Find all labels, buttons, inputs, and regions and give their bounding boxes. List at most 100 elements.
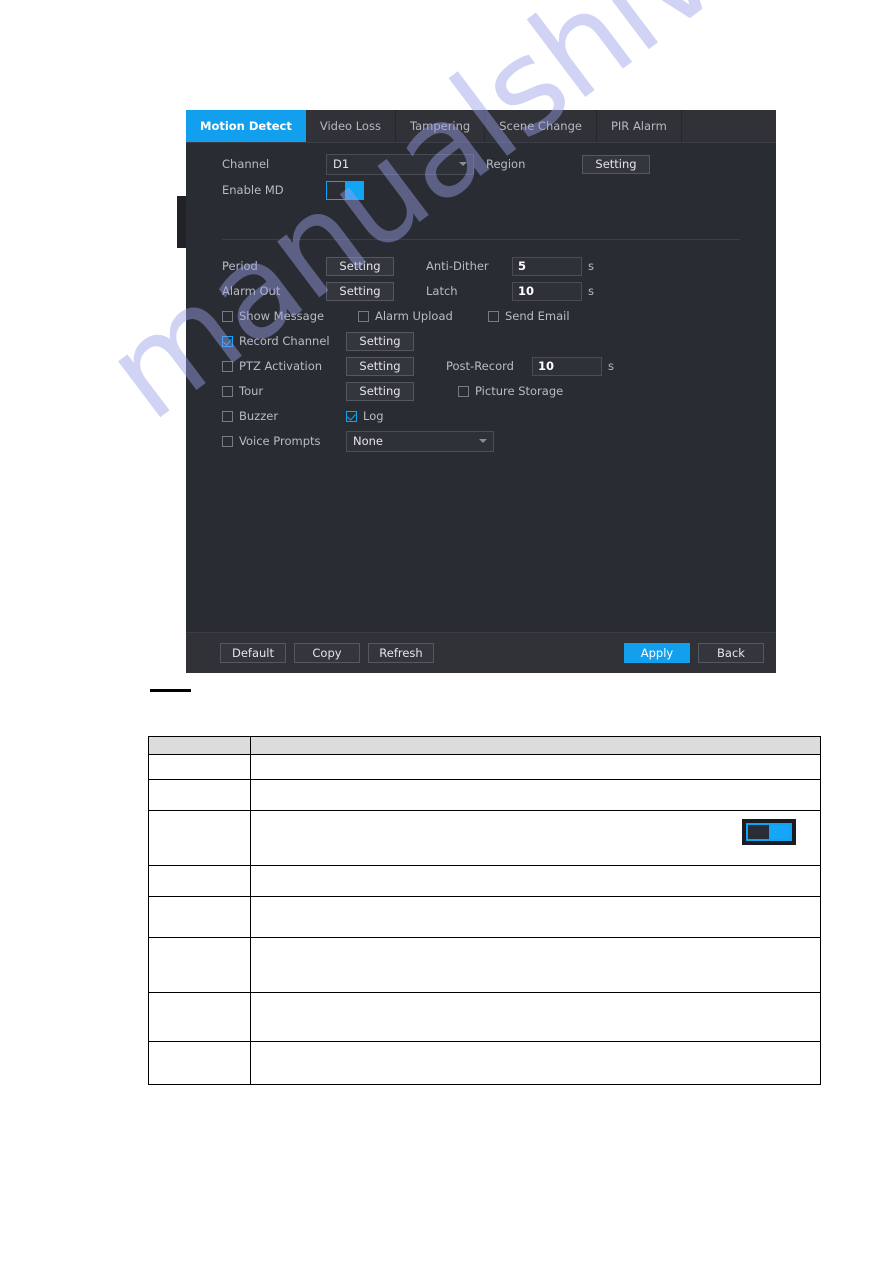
- table-cell-name: [148, 937, 251, 993]
- toggle-body: [746, 823, 792, 841]
- refresh-button-label: Refresh: [379, 646, 423, 660]
- enable-md-toggle[interactable]: [326, 180, 364, 200]
- buzzer-row: Buzzer Log: [222, 405, 742, 427]
- tab-tampering-label: Tampering: [409, 119, 471, 133]
- table-cell-name: [148, 1041, 251, 1085]
- latch-label: Latch: [426, 284, 458, 298]
- apply-button-label: Apply: [640, 646, 674, 660]
- latch-input[interactable]: 10: [512, 281, 582, 301]
- buzzer-checkbox[interactable]: Buzzer: [222, 409, 346, 423]
- channel-label: Channel: [222, 157, 270, 171]
- toggle-track-off: [748, 825, 769, 839]
- chevron-down-icon: [459, 162, 467, 166]
- post-record-unit: s: [608, 359, 614, 373]
- send-email-label: Send Email: [505, 309, 570, 323]
- picture-storage-checkbox[interactable]: Picture Storage: [458, 384, 563, 398]
- checkbox-checked-icon: [346, 410, 357, 422]
- table-cell-description: [249, 992, 822, 1042]
- alarm-out-row: Alarm Out Setting Latch 10 s: [222, 280, 742, 302]
- alarm-upload-checkbox[interactable]: Alarm Upload: [358, 309, 488, 323]
- anti-dither-input[interactable]: 5: [512, 256, 582, 276]
- table-cell-description: [249, 754, 822, 780]
- tour-setting-button[interactable]: Setting: [346, 381, 414, 401]
- show-message-checkbox[interactable]: Show Message: [222, 309, 346, 323]
- tab-scene-change-label: Scene Change: [499, 119, 582, 133]
- toggle-track-off: [327, 181, 345, 199]
- table-cell-name: [148, 754, 251, 780]
- checkbox-icon: [488, 310, 499, 322]
- checkbox-icon: [222, 385, 233, 397]
- parameter-table: [148, 736, 822, 1085]
- table-row: [148, 937, 822, 993]
- picture-storage-label: Picture Storage: [475, 384, 564, 398]
- voice-prompts-value: None: [353, 434, 384, 448]
- table-row: [148, 810, 822, 866]
- tab-tampering[interactable]: Tampering: [395, 110, 486, 142]
- anti-dither-value: 5: [518, 259, 527, 273]
- table-cell-description: [249, 865, 822, 897]
- copy-button[interactable]: Copy: [294, 643, 360, 663]
- buzzer-label: Buzzer: [239, 409, 279, 423]
- period-setting-label: Setting: [339, 259, 381, 273]
- tour-checkbox[interactable]: Tour: [222, 384, 346, 398]
- table-cell-description: [249, 896, 822, 938]
- caption-rule: [150, 689, 191, 692]
- tab-motion-detect[interactable]: Motion Detect: [186, 110, 306, 142]
- latch-unit: s: [588, 284, 594, 298]
- ptz-activation-checkbox[interactable]: PTZ Activation: [222, 359, 346, 373]
- table-cell-name: [148, 810, 251, 866]
- table-row: [148, 754, 822, 780]
- back-button[interactable]: Back: [698, 643, 764, 663]
- table-cell-name: [148, 896, 251, 938]
- tab-pir-alarm[interactable]: PIR Alarm: [596, 110, 682, 142]
- ptz-activation-row: PTZ Activation Setting Post-Record 10 s: [222, 355, 742, 377]
- enable-md-row: Enable MD: [222, 179, 742, 201]
- voice-prompts-checkbox[interactable]: Voice Prompts: [222, 434, 346, 448]
- checkbox-icon: [222, 435, 233, 447]
- voice-prompts-select[interactable]: None: [346, 430, 494, 452]
- refresh-button[interactable]: Refresh: [368, 643, 434, 663]
- channel-select[interactable]: D1: [326, 153, 474, 175]
- table-cell-description: [249, 810, 822, 866]
- record-channel-setting-button[interactable]: Setting: [346, 331, 414, 351]
- region-setting-button[interactable]: Setting: [582, 154, 650, 174]
- alarm-out-setting-label: Setting: [339, 284, 381, 298]
- notify-row: Show Message Alarm Upload Send Email: [222, 305, 742, 327]
- region-label: Region: [486, 157, 526, 171]
- tab-bar: Motion Detect Video Loss Tampering Scene…: [186, 110, 776, 143]
- ptz-activation-label: PTZ Activation: [239, 359, 323, 373]
- send-email-checkbox[interactable]: Send Email: [488, 309, 570, 323]
- latch-value: 10: [518, 284, 535, 298]
- default-button[interactable]: Default: [220, 643, 286, 663]
- parameter-table-body: [148, 736, 822, 1085]
- checkbox-icon: [222, 310, 233, 322]
- table-cell-name: [148, 992, 251, 1042]
- apply-button[interactable]: Apply: [624, 643, 690, 663]
- post-record-value: 10: [538, 359, 555, 373]
- alarm-out-label: Alarm Out: [222, 284, 281, 298]
- table-cell-name: [148, 736, 251, 755]
- show-message-label: Show Message: [239, 309, 325, 323]
- ptz-activation-setting-button[interactable]: Setting: [346, 356, 414, 376]
- checkbox-icon: [222, 410, 233, 422]
- table-cell-description: [249, 937, 822, 993]
- table-enable-toggle[interactable]: [742, 819, 796, 845]
- tab-video-loss[interactable]: Video Loss: [305, 110, 396, 142]
- record-channel-setting-label: Setting: [359, 334, 401, 348]
- period-label: Period: [222, 259, 258, 273]
- ptz-activation-setting-label: Setting: [359, 359, 401, 373]
- post-record-input[interactable]: 10: [532, 356, 602, 376]
- checkbox-icon: [458, 385, 469, 397]
- log-checkbox[interactable]: Log: [346, 409, 384, 423]
- dialog-left-rail: [177, 196, 186, 248]
- toggle-knob-on: [769, 825, 790, 839]
- channel-select-value: D1: [333, 157, 350, 171]
- dialog-body: Channel D1 Region Setting Enable MD Peri…: [186, 143, 776, 634]
- table-cell-description: [249, 736, 822, 755]
- tab-scene-change[interactable]: Scene Change: [485, 110, 597, 142]
- alarm-out-setting-button[interactable]: Setting: [326, 281, 394, 301]
- table-row: [148, 736, 822, 755]
- period-setting-button[interactable]: Setting: [326, 256, 394, 276]
- record-channel-checkbox[interactable]: Record Channel: [222, 334, 346, 348]
- post-record-label: Post-Record: [446, 359, 514, 373]
